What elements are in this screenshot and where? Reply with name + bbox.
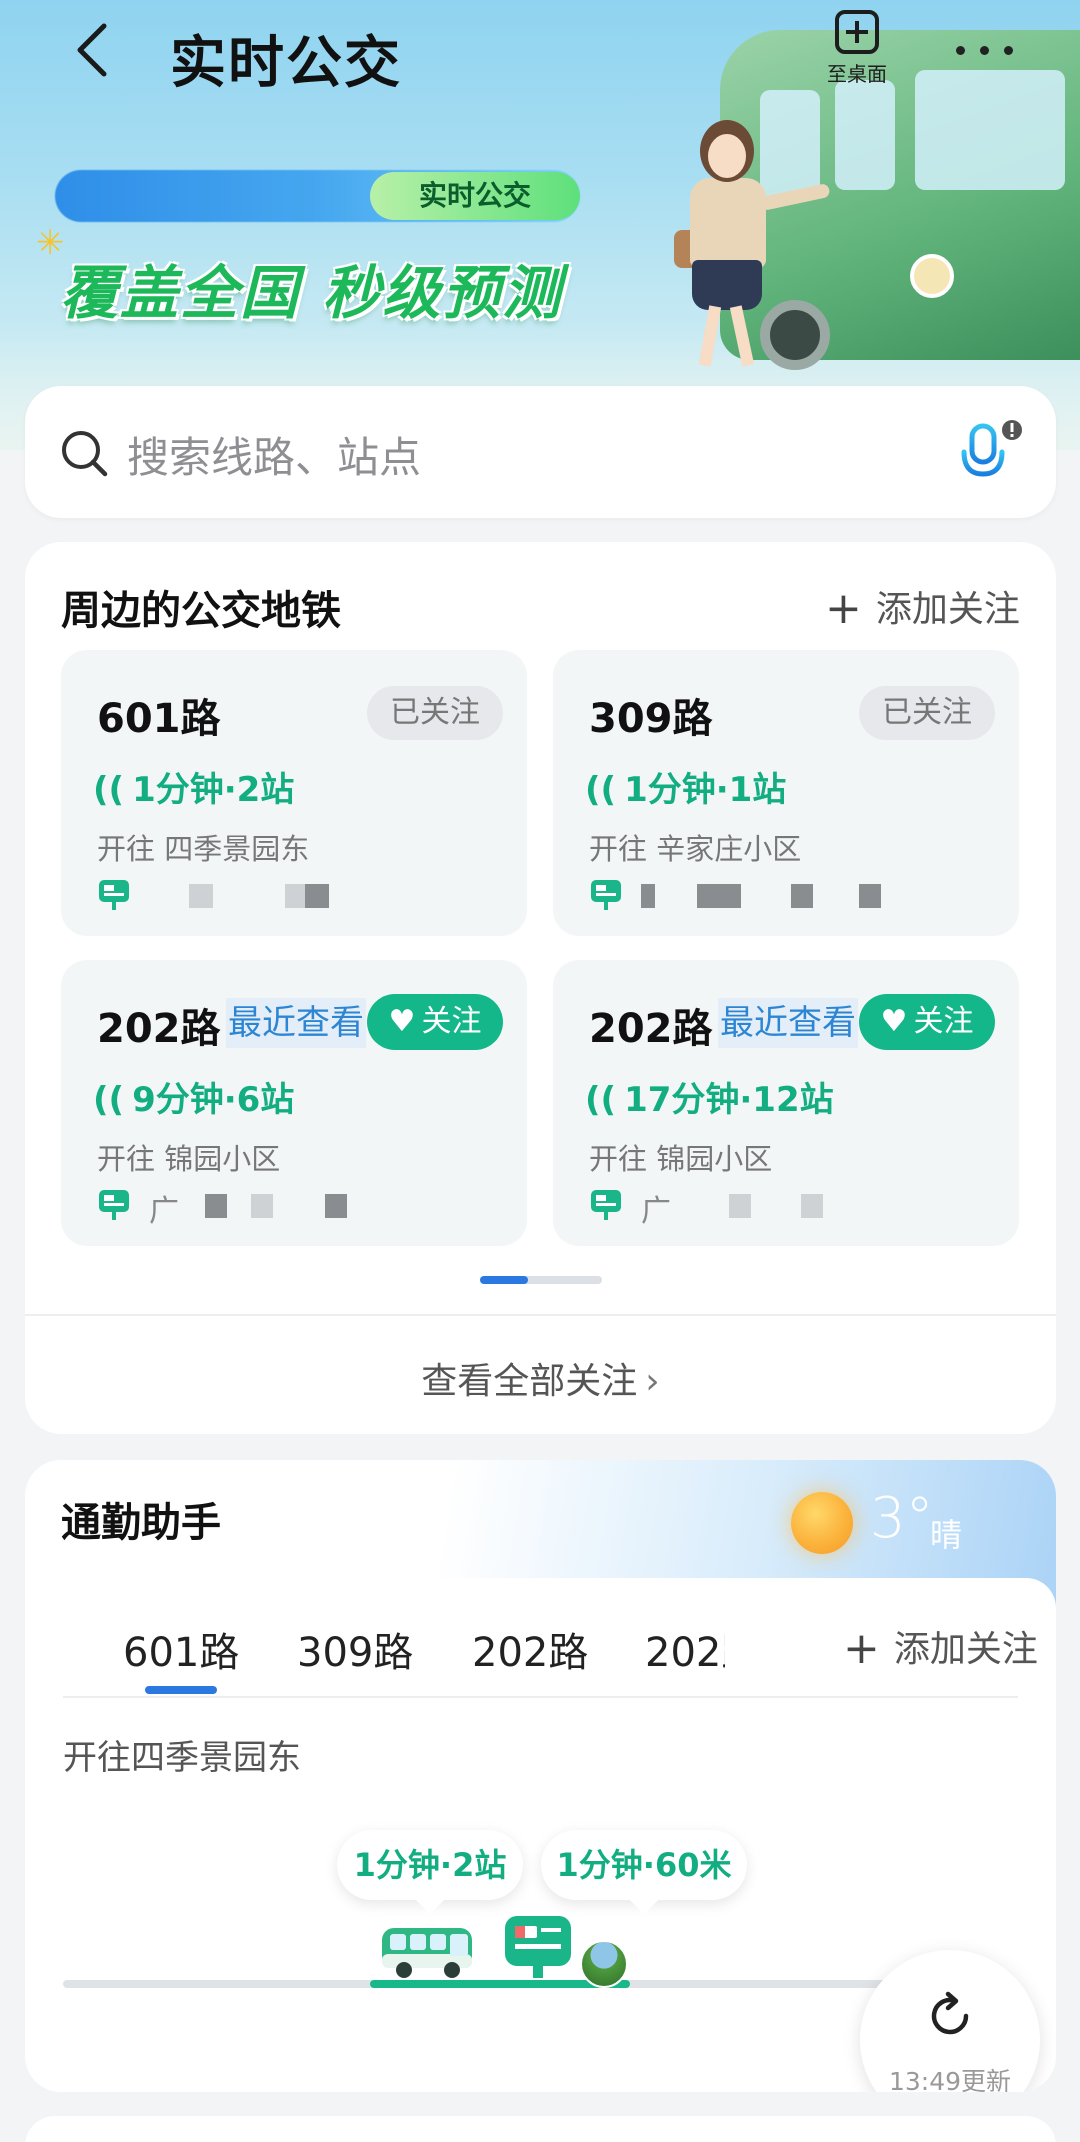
page-title: 实时公交 [170,31,402,96]
bus-icon [380,1924,476,1980]
signal-wave-icon: (( [93,1080,125,1120]
route-eta: ((1分钟·1站 [585,762,786,811]
route-direction: 开往 锦园小区 [589,1142,773,1176]
tab-601[interactable]: 601路 [123,1620,239,1678]
follow-button[interactable]: ♥ 关注 [367,994,503,1050]
weather-temp: 3° [870,1486,934,1551]
tab-202[interactable]: 202路 [472,1620,588,1678]
route-tile-601[interactable]: 601路 已关注 ((1分钟·2站 开往 四季景园东 [61,650,527,936]
refresh-button[interactable]: 13:49更新 [860,1950,1040,2092]
view-all-label: 查看全部关注 [421,1361,638,1402]
heart-icon: ♥ [880,1004,908,1039]
station-photo [580,1940,628,1988]
route-name: 202路 [97,1006,221,1052]
search-placeholder[interactable]: 搜索线路、站点 [127,424,421,485]
route-eta-text: 9分钟·6站 [132,1080,295,1120]
commute-title: 通勤助手 [61,1500,221,1546]
recent-viewed-tag: 最近查看 [226,998,366,1048]
page-indicator-active [480,1276,528,1284]
tab-309[interactable]: 309路 [297,1620,413,1678]
route-eta-text: 1分钟·2站 [132,770,295,810]
add-follow-button[interactable]: + 添加关注 [823,1620,1038,1674]
page-indicator [480,1276,602,1284]
sun-icon [791,1492,853,1554]
followed-badge[interactable]: 已关注 [859,686,995,740]
top-bar: 实时公交 至桌面 [0,0,1080,110]
commute-body: 601路 309路 202路 202路 + 添加关注 开往四季景园东 1分钟·2站… [25,1578,1056,2092]
route-eta: ((1分钟·2站 [93,762,294,811]
bus-eta-bubble: 1分钟·2站 [337,1830,523,1900]
active-tab-indicator [145,1686,217,1694]
plus-square-icon [835,10,879,54]
stop-name-prefix: 广 [149,1194,179,1229]
follow-button-label: 关注 [913,1004,974,1039]
recent-viewed-tag: 最近查看 [718,998,858,1048]
signal-wave-icon: (( [93,770,125,810]
add-follow-button[interactable]: + 添加关注 [825,580,1020,634]
promo-headline: 覆盖全国 秒级预测 [60,259,563,327]
bus-stop-icon [97,1188,131,1222]
weather-desc: 晴 [930,1516,963,1554]
route-tabs: 601路 309路 202路 202路 + 添加关注 [25,1580,1056,1700]
refresh-time: 13:49更新 [888,2067,1012,2092]
chevron-left-icon[interactable] [66,20,126,80]
route-eta-text: 17分钟·12站 [624,1080,834,1120]
search-bar[interactable]: 搜索线路、站点 [25,386,1056,518]
route-tile-202-b[interactable]: 202路 最近查看 ♥ 关注 ((17分钟·12站 开往 锦园小区 广 [553,960,1019,1246]
tab-202-2[interactable]: 202路 [645,1620,725,1678]
route-name: 202路 [589,1006,713,1052]
route-tile-309[interactable]: 309路 已关注 ((1分钟·1站 开往 辛家庄小区 [553,650,1019,936]
route-eta: ((9分钟·6站 [93,1072,294,1121]
next-card-edge [25,2116,1056,2142]
girl-illustration [660,120,831,380]
search-icon [59,428,109,478]
route-direction: 开往 锦园小区 [97,1142,281,1176]
more-icon[interactable] [950,30,1020,70]
nearby-title: 周边的公交地铁 [61,588,341,634]
route-name: 601路 [97,696,221,742]
commute-direction: 开往四季景园东 [63,1738,301,1778]
view-all-follows-link[interactable]: 查看全部关注 › [25,1352,1056,1404]
bus-stop-icon [503,1914,573,1980]
plus-icon: + [825,583,862,634]
followed-badge[interactable]: 已关注 [367,686,503,740]
route-tile-202-a[interactable]: 202路 最近查看 ♥ 关注 ((9分钟·6站 开往 锦园小区 广 [61,960,527,1246]
route-name: 309路 [589,696,713,742]
follow-button-label: 关注 [421,1004,482,1039]
commute-assistant-card: 通勤助手 3° 晴 601路 309路 202路 202路 + 添加关注 开往四季… [25,1460,1056,2092]
bus-stop-icon [589,1188,623,1222]
chevron-right-icon: › [645,1361,660,1402]
signal-wave-icon: (( [585,1080,617,1120]
signal-wave-icon: (( [585,770,617,810]
refresh-icon [931,1991,969,2035]
route-direction: 开往 辛家庄小区 [589,832,802,866]
route-eta-text: 1分钟·1站 [624,770,787,810]
stop-name-prefix: 广 [641,1194,671,1229]
add-follow-label: 添加关注 [875,589,1020,630]
divider [25,1314,1056,1316]
add-follow-label: 添加关注 [893,1629,1038,1670]
tabs-divider [63,1696,1018,1698]
add-to-desktop-button[interactable]: 至桌面 [812,10,902,100]
bus-stop-icon [589,878,623,912]
bus-stop-icon [97,878,131,912]
plus-icon: + [843,1623,880,1674]
route-direction: 开往 四季景园东 [97,832,310,866]
station-eta-bubble: 1分钟·60米 [541,1830,747,1900]
promo-tag: 实时公交 [370,172,580,220]
add-to-desktop-label: 至桌面 [827,62,887,86]
heart-icon: ♥ [388,1004,416,1039]
follow-button[interactable]: ♥ 关注 [859,994,995,1050]
nearby-transit-card: 周边的公交地铁 + 添加关注 601路 已关注 ((1分钟·2站 开往 四季景园东… [25,542,1056,1434]
microphone-icon[interactable] [950,416,1030,496]
route-eta: ((17分钟·12站 [585,1072,834,1121]
